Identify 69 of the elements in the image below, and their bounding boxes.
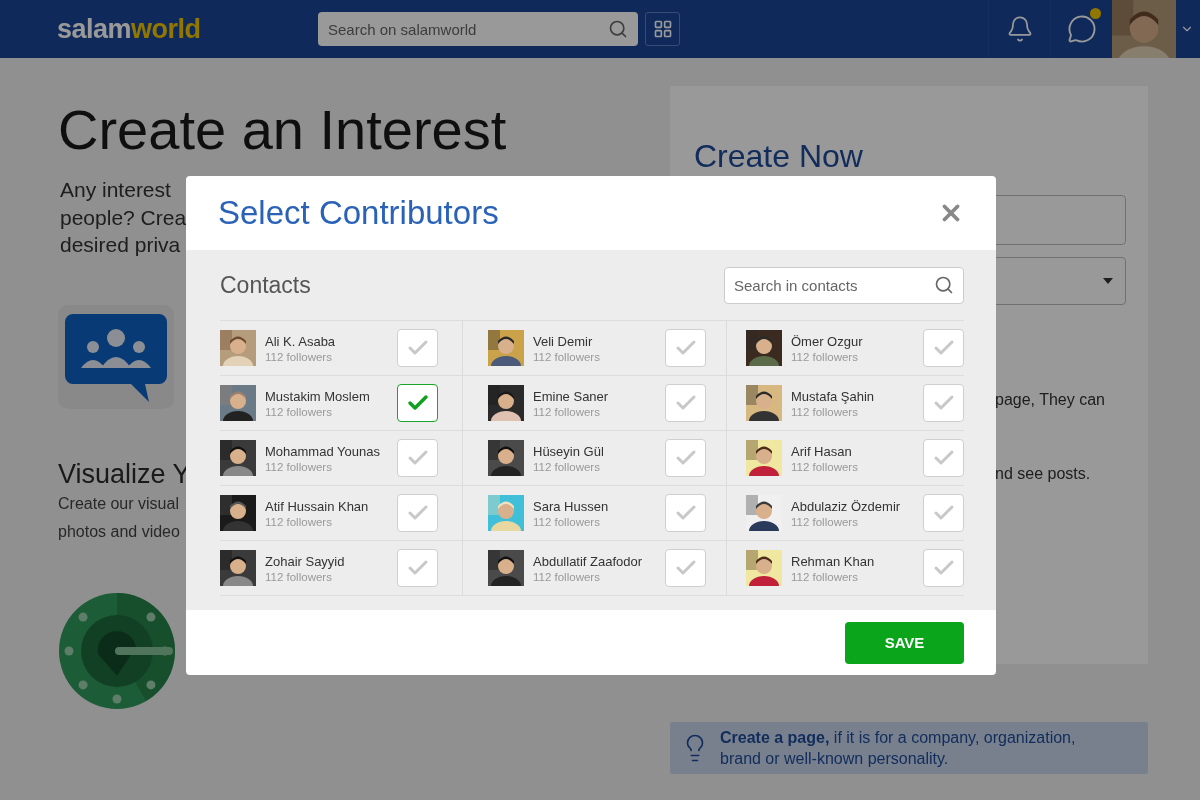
contact-name: Arif Hasan	[791, 443, 853, 459]
intro-text: people? Crea	[59, 204, 187, 231]
contact-name: Zohair Sayyid	[265, 553, 346, 569]
contact-search-field[interactable]: Search in contacts	[724, 266, 964, 304]
search-field[interactable]: Search on salamworld	[318, 12, 638, 46]
search-icon[interactable]	[934, 275, 954, 295]
profile-button[interactable]	[1112, 0, 1176, 58]
tip-text: Create a page, if it is for a company, organization, brand or well-known personality.	[720, 727, 1077, 769]
contact-name: Sara Hussen	[533, 498, 610, 514]
caret-icon	[1103, 278, 1113, 284]
checkbox[interactable]	[397, 329, 438, 367]
checkbox[interactable]	[923, 329, 964, 367]
card-title: Create Now	[694, 138, 864, 175]
follower-count: 112 followers	[791, 515, 859, 528]
intro-text: Any interest	[59, 177, 171, 203]
contact-name: Abdulaziz Özdemir	[791, 498, 902, 514]
apps-button[interactable]	[645, 12, 680, 46]
checkbox[interactable]	[397, 439, 438, 477]
checkbox[interactable]	[397, 494, 438, 532]
follower-count: 112 followers	[791, 350, 859, 363]
follower-count: 112 followers	[533, 460, 601, 473]
follower-count: 112 followers	[265, 515, 333, 528]
checkbox[interactable]	[923, 494, 964, 532]
follower-count: 112 followers	[533, 405, 601, 418]
follower-count: 112 followers	[791, 460, 859, 473]
follower-count: 112 followers	[265, 405, 333, 418]
contact-name: Mustafa Şahin	[791, 388, 876, 404]
checkbox[interactable]	[665, 384, 706, 422]
section-text: Create our visual	[58, 493, 179, 514]
follower-count: 112 followers	[533, 350, 601, 363]
follower-count: 112 followers	[533, 570, 601, 583]
contact-name: Ömer Ozgur	[791, 333, 864, 349]
description-text: nd see posts.	[995, 465, 1092, 483]
follower-count: 112 followers	[791, 405, 859, 418]
follower-count: 112 followers	[533, 515, 601, 528]
contact-name: Ali K. Asaba	[265, 333, 337, 349]
contact-name: Veli Demir	[533, 333, 594, 349]
contact-name: Hüseyin Gül	[533, 443, 605, 459]
checkbox[interactable]	[665, 329, 706, 367]
follower-count: 112 followers	[265, 350, 333, 363]
section-label: Contacts	[220, 271, 311, 299]
follower-count: 112 followers	[265, 460, 333, 473]
section-text: photos and video	[58, 521, 180, 542]
contact-name: Mustakim Moslem	[265, 388, 371, 404]
contact-name: Atif Hussain Khan	[265, 498, 370, 514]
checkbox[interactable]	[923, 384, 964, 422]
follower-count: 112 followers	[791, 570, 859, 583]
clock-logo-icon	[58, 591, 176, 710]
checkbox[interactable]	[397, 384, 438, 422]
modal-title: Select Contributors	[218, 194, 499, 232]
save-button[interactable]: SAVE	[845, 621, 964, 664]
checkbox[interactable]	[665, 439, 706, 477]
grid-icon	[652, 19, 673, 39]
checkbox[interactable]	[397, 549, 438, 587]
follower-count: 112 followers	[265, 570, 333, 583]
checkbox[interactable]	[665, 494, 706, 532]
search-icon[interactable]	[608, 19, 628, 39]
checkbox[interactable]	[923, 439, 964, 477]
contact-name: Rehman Khan	[791, 553, 876, 569]
contact-name: Emine Saner	[533, 388, 610, 404]
contact-name: Abdullatif Zaafodor	[533, 553, 644, 569]
checkbox[interactable]	[923, 549, 964, 587]
checkbox[interactable]	[665, 549, 706, 587]
logo[interactable]: salamworld	[57, 13, 318, 45]
page-title: Create an Interest	[58, 98, 507, 162]
description-text: page, They can	[995, 391, 1106, 409]
intro-text: desired priva	[59, 232, 181, 258]
contact-name: Mohammad Younas	[265, 443, 381, 459]
speech-bubble-icon	[1066, 14, 1097, 44]
